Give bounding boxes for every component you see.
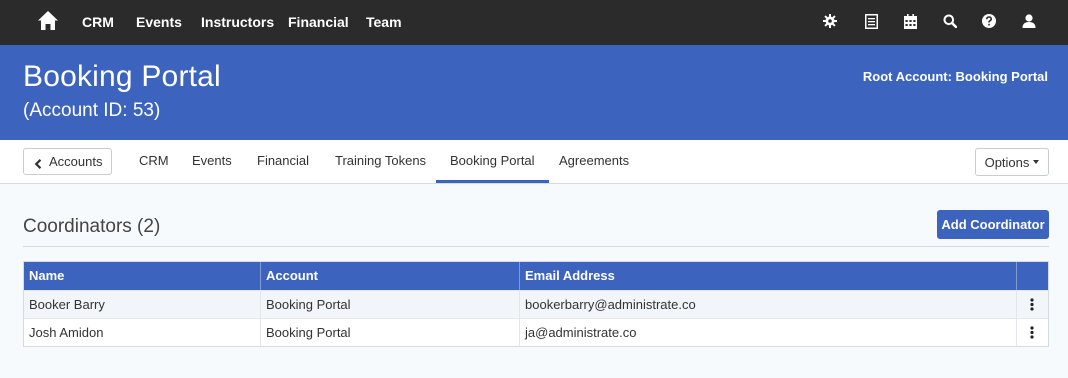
section-title: Coordinators (2) [23, 216, 161, 237]
topnav-events[interactable]: Events [136, 14, 182, 30]
section-divider [23, 246, 1049, 247]
tab-agreements[interactable]: Agreements [559, 140, 629, 182]
topnav-financial[interactable]: Financial [288, 14, 349, 30]
table-row[interactable]: Booker Barry Booking Portal bookerbarry@… [24, 290, 1048, 318]
topnav-crm[interactable]: CRM [82, 14, 114, 30]
options-dropdown-button[interactable]: Options [975, 148, 1049, 176]
top-navbar: CRM Events Instructors Financial Team [0, 0, 1068, 45]
calendar-icon[interactable] [902, 12, 918, 30]
page-title: Booking Portal [23, 60, 221, 93]
table-row[interactable]: Josh Amidon Booking Portal ja@administra… [24, 318, 1048, 346]
list-icon[interactable] [863, 12, 879, 30]
tab-crm[interactable]: CRM [139, 140, 169, 182]
cell-account: Booking Portal [261, 291, 520, 318]
add-coordinator-button[interactable]: Add Coordinator [937, 210, 1049, 239]
column-header-actions [1017, 262, 1049, 290]
cell-name: Booker Barry [24, 291, 261, 318]
search-icon[interactable] [942, 12, 958, 30]
topnav-team[interactable]: Team [366, 14, 402, 30]
cell-email: bookerbarry@administrate.co [520, 291, 1017, 318]
chevron-left-icon [34, 157, 42, 169]
column-header-account[interactable]: Account [261, 262, 520, 290]
cell-account: Booking Portal [261, 319, 520, 346]
cell-name: Josh Amidon [24, 319, 261, 346]
user-icon[interactable] [1021, 12, 1037, 30]
page-header: Booking Portal (Account ID: 53) Root Acc… [0, 45, 1068, 140]
back-button-label: Accounts [49, 154, 103, 169]
cell-email: ja@administrate.co [520, 319, 1017, 346]
more-actions-icon[interactable] [1016, 319, 1048, 346]
topnav-instructors[interactable]: Instructors [201, 14, 274, 30]
column-header-email[interactable]: Email Address [520, 262, 1017, 290]
more-actions-icon[interactable] [1016, 291, 1048, 318]
tab-training-tokens[interactable]: Training Tokens [335, 140, 426, 182]
sub-navigation: Accounts CRM Events Financial Training T… [0, 140, 1068, 184]
coordinators-table: Name Account Email Address Booker Barry … [23, 261, 1049, 347]
help-icon[interactable] [981, 12, 997, 30]
account-id-subtitle: (Account ID: 53) [23, 100, 161, 121]
gear-icon[interactable] [822, 12, 838, 30]
table-header: Name Account Email Address [24, 262, 1048, 290]
root-account-label: Root Account: Booking Portal [862, 69, 1048, 84]
caret-down-icon [1033, 160, 1040, 164]
home-icon[interactable] [37, 10, 59, 32]
back-to-accounts-button[interactable]: Accounts [23, 148, 112, 175]
tab-financial[interactable]: Financial [257, 140, 309, 182]
tab-booking-portal[interactable]: Booking Portal [436, 140, 549, 183]
column-header-name[interactable]: Name [24, 262, 261, 290]
options-label: Options [984, 154, 1030, 170]
tab-events[interactable]: Events [192, 140, 232, 182]
